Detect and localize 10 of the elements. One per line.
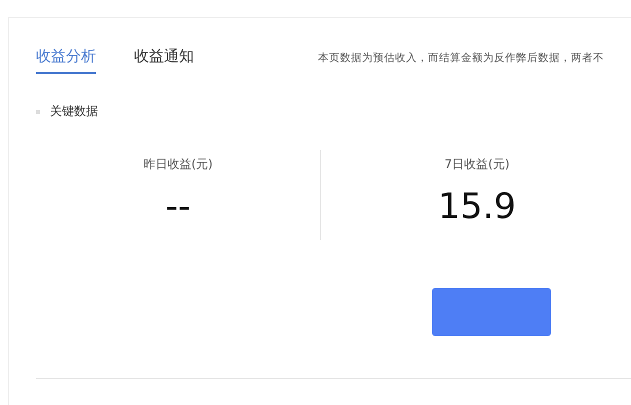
stat-label: 昨日收益(元)	[143, 156, 213, 173]
stat-label: 7日收益(元)	[444, 156, 510, 173]
action-button[interactable]	[432, 288, 551, 336]
section-title: 关键数据	[50, 103, 98, 120]
stat-value: --	[165, 187, 191, 227]
stat-value: 15.9	[438, 187, 516, 227]
bullet-icon	[36, 110, 40, 114]
tab[interactable]: 收益分析	[36, 47, 96, 74]
tab[interactable]: 收益通知	[134, 47, 194, 74]
notice-text: 本页数据为预估收入，而结算金额为反作弊后数据，两者不	[318, 51, 604, 65]
